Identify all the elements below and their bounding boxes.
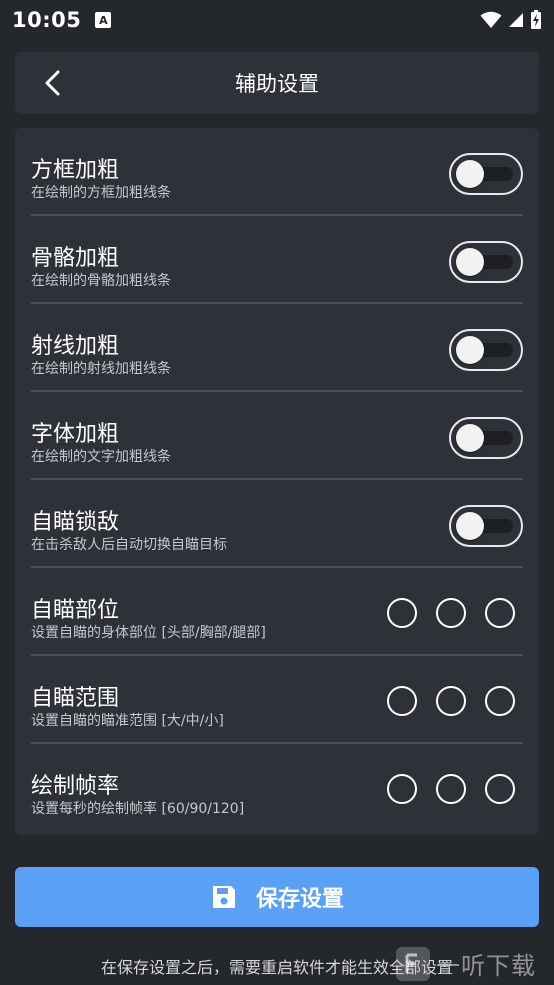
setting-row-font-bold: 字体加粗 在绘制的文字加粗线条: [31, 392, 523, 480]
setting-title: 方框加粗: [31, 158, 120, 183]
status-time: 10:05: [12, 8, 82, 32]
aim-part-radio-1[interactable]: [387, 598, 417, 628]
frame-rate-radio-2[interactable]: [436, 774, 466, 804]
aim-part-radio-group: [387, 598, 515, 628]
box-bold-toggle[interactable]: [449, 153, 523, 195]
aim-part-radio-2[interactable]: [436, 598, 466, 628]
save-settings-button[interactable]: 保存设置: [15, 867, 539, 927]
page-title: 辅助设置: [235, 72, 319, 96]
frame-rate-radio-1[interactable]: [387, 774, 417, 804]
watermark-logo-icon: [396, 946, 430, 981]
setting-subtitle: 设置自瞄的身体部位 [头部/胸部/腿部]: [31, 625, 266, 641]
wifi-icon: [480, 11, 502, 28]
setting-title: 骨骼加粗: [31, 246, 120, 271]
status-icons: [480, 10, 542, 30]
aim-range-radio-1[interactable]: [387, 686, 417, 716]
switch-knob: [456, 336, 484, 364]
save-icon: [210, 883, 238, 911]
aim-part-radio-3[interactable]: [485, 598, 515, 628]
setting-subtitle: 在绘制的射线加粗线条: [31, 361, 171, 377]
setting-title: 自瞄部位: [31, 598, 120, 623]
watermark-text: 一听下载: [436, 952, 536, 980]
setting-title: 自瞄锁敌: [31, 510, 120, 535]
setting-row-aim-range: 自瞄范围 设置自瞄的瞄准范围 [大/中/小]: [31, 656, 523, 744]
skeleton-bold-toggle[interactable]: [449, 241, 523, 283]
frame-rate-radio-group: [387, 774, 515, 804]
setting-title: 射线加粗: [31, 334, 120, 359]
switch-knob: [456, 160, 484, 188]
switch-knob: [456, 424, 484, 452]
watermark: 一听下载: [396, 942, 554, 985]
frame-rate-radio-3[interactable]: [485, 774, 515, 804]
save-button-label: 保存设置: [255, 887, 344, 912]
aim-range-radio-group: [387, 686, 515, 716]
ray-bold-toggle[interactable]: [449, 329, 523, 371]
battery-charging-icon: [531, 10, 541, 29]
setting-row-ray-bold: 射线加粗 在绘制的射线加粗线条: [31, 304, 523, 392]
notification-icon: A: [95, 12, 112, 28]
setting-subtitle: 设置自瞄的瞄准范围 [大/中/小]: [31, 713, 224, 729]
setting-row-aim-lock: 自瞄锁敌 在击杀敌人后自动切换自瞄目标: [31, 480, 523, 568]
settings-card: 方框加粗 在绘制的方框加粗线条 骨骼加粗 在绘制的骨骼加粗线条 射线加粗 在绘制…: [15, 128, 539, 835]
back-button[interactable]: [37, 67, 69, 99]
setting-title: 绘制帧率: [31, 774, 120, 799]
switch-knob: [456, 512, 484, 540]
header-bar: 辅助设置: [15, 52, 539, 114]
setting-row-aim-part: 自瞄部位 设置自瞄的身体部位 [头部/胸部/腿部]: [31, 568, 523, 656]
setting-subtitle: 在绘制的文字加粗线条: [31, 449, 171, 465]
aim-lock-toggle[interactable]: [449, 505, 523, 547]
setting-subtitle: 在绘制的方框加粗线条: [31, 185, 171, 201]
aim-range-radio-2[interactable]: [436, 686, 466, 716]
font-bold-toggle[interactable]: [449, 417, 523, 459]
setting-subtitle: 设置每秒的绘制帧率 [60/90/120]: [31, 801, 245, 817]
setting-subtitle: 在击杀敌人后自动切换自瞄目标: [31, 537, 227, 553]
setting-row-box-bold: 方框加粗 在绘制的方框加粗线条: [31, 128, 523, 216]
aim-range-radio-3[interactable]: [485, 686, 515, 716]
switch-knob: [456, 248, 484, 276]
setting-subtitle: 在绘制的骨骼加粗线条: [31, 273, 171, 289]
setting-row-skeleton-bold: 骨骼加粗 在绘制的骨骼加粗线条: [31, 216, 523, 304]
signal-icon: [509, 13, 523, 27]
setting-title: 自瞄范围: [31, 686, 120, 711]
setting-row-frame-rate: 绘制帧率 设置每秒的绘制帧率 [60/90/120]: [31, 744, 523, 832]
chevron-left-icon: [45, 70, 60, 96]
status-bar: 10:05 A: [0, 0, 554, 40]
setting-title: 字体加粗: [31, 422, 120, 447]
